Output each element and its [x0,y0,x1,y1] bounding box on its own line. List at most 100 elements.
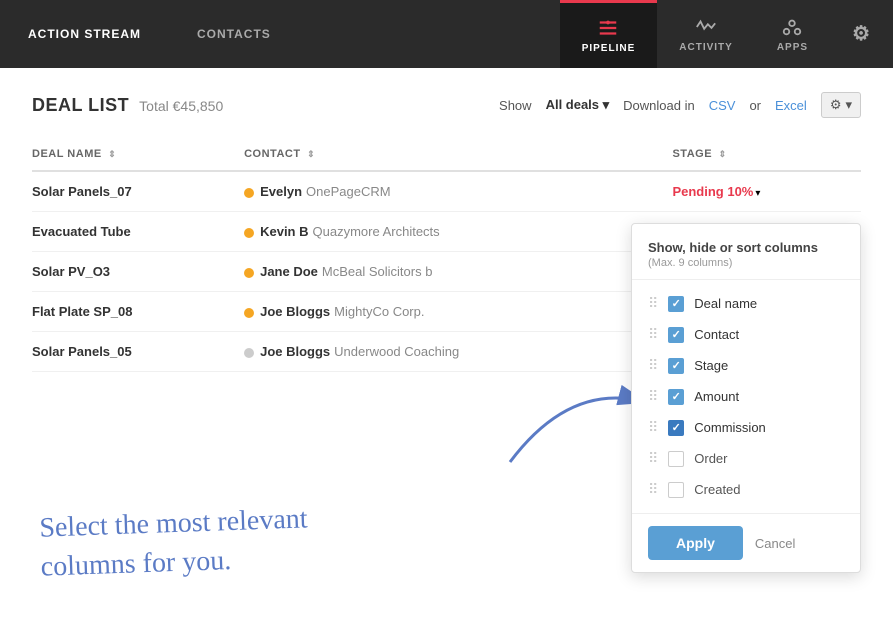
column-panel-title: Show, hide or sort columns [648,240,844,255]
contact-status-dot [244,188,254,198]
column-label-col-stage: Stage [694,358,728,373]
column-list-item-col-stage[interactable]: ⠿ Stage [632,350,860,381]
column-list-item-col-commission[interactable]: ⠿ Commission [632,412,860,443]
download-csv[interactable]: CSV [709,98,736,113]
column-label-col-deal-name: Deal name [694,296,757,311]
column-panel-subtitle: (Max. 9 columns) [648,257,844,269]
cell-deal-name: Solar PV_O3 [32,252,244,292]
contact-first-name[interactable]: Evelyn [260,184,302,199]
column-label-col-commission: Commission [694,420,766,435]
nav-contacts[interactable]: Contacts [169,0,299,68]
table-row: Solar Panels_07 Evelyn OnePageCRM Pending 1… [32,171,861,212]
contact-first-name[interactable]: Jane Doe [260,264,318,279]
gear-icon: ⚙ [830,97,842,113]
cell-deal-name: Flat Plate SP_08 [32,292,244,332]
nav-left-links: Action Stream Contacts [0,0,299,68]
column-list-item-col-order[interactable]: ⠿ Order [632,443,860,474]
column-checkbox-col-stage[interactable] [668,358,684,374]
table-header: Deal Name ⇕ Contact ⇕ Stage ⇕ [32,138,861,171]
deal-name-text[interactable]: Solar Panels_07 [32,184,132,199]
cell-contact: Kevin B Quazymore Architects [244,212,672,252]
nav-pipeline[interactable]: Pipeline [560,0,658,68]
col-header-deal-name[interactable]: Deal Name ⇕ [32,138,244,171]
drag-handle-icon: ⠿ [648,295,658,312]
deal-name-text[interactable]: Solar PV_O3 [32,264,110,279]
activity-label: Activity [679,42,733,53]
page-title-area: Deal List Total €45,850 [32,95,223,116]
handwriting-line1: Select the most relevant [39,499,308,548]
panel-footer: Apply Cancel [632,513,860,572]
contact-last-name: McBeal Solicitors b [322,264,433,279]
nav-right-icons: Pipeline Activity Apps ⚙ [560,0,893,68]
drag-handle-icon: ⠿ [648,419,658,436]
page-title: Deal List [32,95,129,116]
main-content: Deal List Total €45,850 Show All deals ▾… [0,68,893,622]
contact-status-dot [244,308,254,318]
sort-arrows-contact: ⇕ [307,149,315,159]
cell-deal-name: Evacuated Tube [32,212,244,252]
cell-stage: Pending 10%▾ [672,171,861,212]
stage-value[interactable]: Pending 10% [672,184,753,199]
or-label: or [749,98,761,113]
column-checkbox-col-contact[interactable] [668,327,684,343]
contact-status-dot [244,228,254,238]
deal-name-text[interactable]: Evacuated Tube [32,224,131,239]
total-amount: Total €45,850 [139,98,223,114]
download-label: Download in [623,98,695,113]
column-checkbox-col-amount[interactable] [668,389,684,405]
contact-last-name: Underwood Coaching [334,344,459,359]
column-label-col-order: Order [694,451,727,466]
drag-handle-icon: ⠿ [648,388,658,405]
apps-label: Apps [777,42,808,53]
drag-handle-icon: ⠿ [648,450,658,467]
column-list-item-col-contact[interactable]: ⠿ Contact [632,319,860,350]
handwriting-annotation: Select the most relevant columns for you… [39,499,310,587]
download-excel[interactable]: Excel [775,98,807,113]
contact-first-name[interactable]: Joe Bloggs [260,344,330,359]
page-header: Deal List Total €45,850 Show All deals ▾… [32,92,861,118]
top-navigation: Action Stream Contacts Pipeline Activity [0,0,893,68]
apply-button[interactable]: Apply [648,526,743,560]
column-checkbox-col-commission[interactable] [668,420,684,436]
drag-handle-icon: ⠿ [648,481,658,498]
cell-contact: Joe Bloggs MightyCo Corp. [244,292,672,332]
sort-arrows-deal: ⇕ [108,149,116,159]
nav-settings[interactable]: ⚙ [830,0,893,68]
header-actions: Show All deals ▾ Download in CSV or Exce… [499,92,861,118]
contact-last-name: OnePageCRM [306,184,391,199]
column-settings-button[interactable]: ⚙ ▾ [821,92,861,118]
contact-first-name[interactable]: Kevin B [260,224,308,239]
col-header-stage[interactable]: Stage ⇕ [672,138,861,171]
contact-last-name: MightyCo Corp. [334,304,424,319]
drag-handle-icon: ⠿ [648,357,658,374]
cell-deal-name: Solar Panels_05 [32,332,244,372]
deal-name-text[interactable]: Flat Plate SP_08 [32,304,132,319]
cell-contact: Joe Bloggs Underwood Coaching [244,332,672,372]
gear-icon: ⚙ [852,24,871,44]
stage-dropdown-arrow: ▾ [755,188,760,199]
column-panel-header: Show, hide or sort columns (Max. 9 colum… [632,240,860,280]
column-checkbox-col-created[interactable] [668,482,684,498]
contact-first-name[interactable]: Joe Bloggs [260,304,330,319]
column-label-col-amount: Amount [694,389,739,404]
column-list-item-col-deal-name[interactable]: ⠿ Deal name [632,288,860,319]
column-list-item-col-amount[interactable]: ⠿ Amount [632,381,860,412]
col-header-contact[interactable]: Contact ⇕ [244,138,672,171]
column-checkbox-col-deal-name[interactable] [668,296,684,312]
nav-activity[interactable]: Activity [657,0,755,68]
column-checkbox-col-order[interactable] [668,451,684,467]
handwriting-line2: columns for you. [40,538,309,587]
cancel-button[interactable]: Cancel [755,536,795,551]
deal-name-text[interactable]: Solar Panels_05 [32,344,132,359]
nav-apps[interactable]: Apps [755,0,830,68]
column-list-item-col-created[interactable]: ⠿Created [632,474,860,505]
cell-contact: Evelyn OnePageCRM [244,171,672,212]
column-label-col-contact: Contact [694,327,739,342]
contact-status-dot [244,348,254,358]
sort-arrows-stage: ⇕ [719,149,727,159]
column-list: ⠿ Deal name ⠿ Contact ⠿ Stage ⠿ Amount ⠿ Commissi… [632,280,860,513]
drag-handle-icon: ⠿ [648,326,658,343]
contact-last-name: Quazymore Architects [313,224,440,239]
all-deals-dropdown[interactable]: All deals ▾ [546,97,610,113]
nav-action-stream[interactable]: Action Stream [0,0,169,68]
